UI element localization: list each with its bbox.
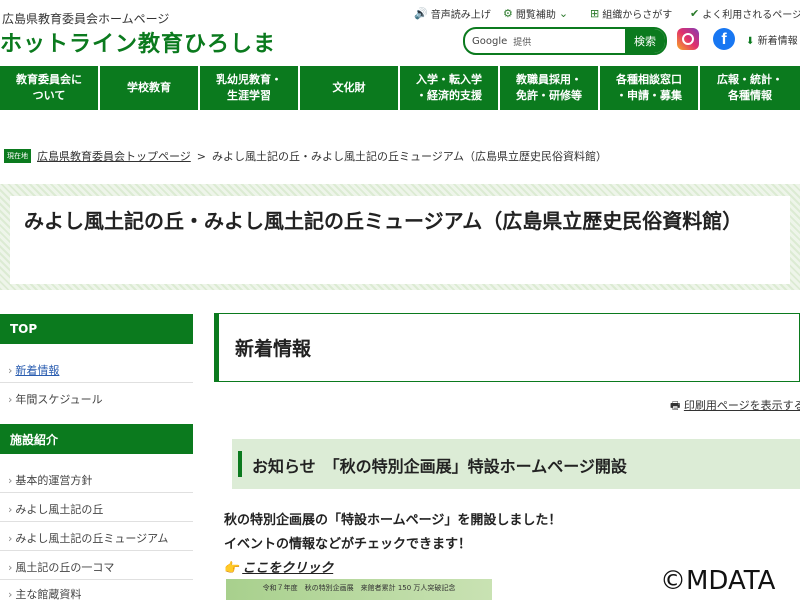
speaker-icon: 🔊 xyxy=(414,7,428,20)
sidebar-item-schedule[interactable]: › 年間スケジュール xyxy=(8,391,103,407)
breadcrumb-home-link[interactable]: 広島県教育委員会トップページ xyxy=(37,148,191,164)
nav-item-school[interactable]: 学校教育 xyxy=(100,66,198,110)
page-title: みよし風土記の丘・みよし風土記の丘ミュージアム（広島県立歴史民俗資料館） xyxy=(24,209,743,233)
popular-pages-link[interactable]: ✔ よく利用されるページ xyxy=(690,6,800,21)
notice-heading-box: お知らせ 「秋の特別企画展」特設ホームページ開設 xyxy=(232,439,800,489)
download-arrow-icon: ⬇ xyxy=(746,36,755,47)
notice-title: お知らせ 「秋の特別企画展」特設ホームページ開設 xyxy=(252,457,627,476)
sidebar-item-news[interactable]: › 新着情報 xyxy=(8,362,59,378)
chevron-right-icon: › xyxy=(8,393,13,406)
chevron-right-icon: › xyxy=(8,532,13,545)
chevron-right-icon: › xyxy=(8,503,13,516)
printer-icon: 🖶 xyxy=(670,399,681,412)
chevron-right-icon: › xyxy=(8,364,13,377)
check-circle-icon: ✔ xyxy=(690,7,700,20)
site-header: 広島県教育委員会ホームページ ホットライン教育ひろしま 🔊 音声読み上げ ⚙ 閲… xyxy=(0,0,800,62)
exhibition-banner-image[interactable]: 令和７年度 秋の特別企画展 来館者累計 150 万人突破記念 xyxy=(226,579,492,600)
sidebar-divider xyxy=(0,550,193,551)
read-aloud-link[interactable]: 🔊 音声読み上げ xyxy=(414,6,491,21)
body-text: イベントの情報などがチェックできます！ xyxy=(224,537,472,552)
pointing-hand-icon: 👉 xyxy=(224,561,241,576)
nav-item-pr[interactable]: 広報・統計・ 各種情報 xyxy=(700,66,800,110)
search-placeholder: 提供 xyxy=(513,37,532,48)
sidebar-divider xyxy=(0,521,193,522)
notice-accent-bar xyxy=(238,451,242,477)
section-heading: 新着情報 xyxy=(235,338,312,360)
nav-item-admission[interactable]: 入学・転入学 ・経済的支援 xyxy=(400,66,498,110)
nav-item-board[interactable]: 教育委員会に ついて xyxy=(0,66,98,110)
nav-item-staff[interactable]: 教職員採用・ 免許・研修等 xyxy=(500,66,598,110)
site-subtitle: 広島県教育委員会ホームページ xyxy=(2,12,170,26)
nav-item-cultural-properties[interactable]: 文化財 xyxy=(300,66,398,110)
gear-icon: ⚙ xyxy=(503,7,513,20)
click-here-link[interactable]: 👉 ここをクリック xyxy=(224,557,333,576)
news-link[interactable]: ⬇ 新着情報 xyxy=(746,32,798,47)
sidebar-item-fudoki-hill[interactable]: › みよし風土記の丘 xyxy=(8,501,103,517)
site-title[interactable]: ホットライン教育ひろしま xyxy=(0,26,276,58)
breadcrumb: 現在地 広島県教育委員会トップページ > みよし風土記の丘・みよし風土記の丘ミュ… xyxy=(4,148,607,164)
search-button[interactable]: 検索 xyxy=(625,29,665,53)
sidebar-item-snapshot[interactable]: › 風土記の丘の一コマ xyxy=(8,559,114,575)
sidebar-item-museum[interactable]: › みよし風土記の丘ミュージアム xyxy=(8,530,168,546)
sidebar-item-policy[interactable]: › 基本的運営方針 xyxy=(8,472,92,488)
browse-assist-link[interactable]: ⚙ 閲覧補助 ⌄ xyxy=(503,6,568,21)
search-input[interactable]: Google 提供 xyxy=(465,29,625,53)
org-chart-icon: ⊞ xyxy=(590,7,600,20)
current-location-badge: 現在地 xyxy=(4,149,31,163)
watermark: ©MDATA xyxy=(660,566,776,596)
title-box: みよし風土記の丘・みよし風土記の丘ミュージアム（広島県立歴史民俗資料館） xyxy=(10,196,790,284)
google-label: Google xyxy=(472,35,508,47)
instagram-icon[interactable] xyxy=(677,28,699,50)
nav-item-consultation[interactable]: 各種相談窓口 ・申請・募集 xyxy=(600,66,698,110)
print-link[interactable]: 🖶 印刷用ページを表示する xyxy=(670,397,800,416)
sidebar-divider xyxy=(0,579,193,580)
org-search-link[interactable]: ⊞ 組織からさがす xyxy=(590,6,672,21)
news-section-box: 新着情報 xyxy=(214,313,800,382)
body-text: 秋の特別企画展の「特設ホームページ」を開設しました！ xyxy=(224,513,562,528)
breadcrumb-separator: > xyxy=(196,149,206,163)
chevron-right-icon: › xyxy=(8,588,13,601)
chevron-right-icon: › xyxy=(8,561,13,574)
breadcrumb-current: みよし風土記の丘・みよし風土記の丘ミュージアム（広島県立歴史民俗資料館） xyxy=(212,150,608,163)
nav-item-early-childhood[interactable]: 乳幼児教育・ 生涯学習 xyxy=(200,66,298,110)
sidebar-divider xyxy=(0,492,193,493)
sidebar-divider xyxy=(0,382,193,383)
sidebar-heading-facility[interactable]: 施設紹介 xyxy=(0,424,193,454)
facebook-icon[interactable]: f xyxy=(713,28,735,50)
sidebar-heading-top[interactable]: TOP xyxy=(0,314,193,344)
chevron-right-icon: › xyxy=(8,474,13,487)
chevron-down-icon: ⌄ xyxy=(558,7,569,20)
global-nav: 教育委員会に ついて 学校教育 乳幼児教育・ 生涯学習 文化財 入学・転入学 ・… xyxy=(0,66,800,110)
site-search: Google 提供 検索 xyxy=(463,27,667,55)
